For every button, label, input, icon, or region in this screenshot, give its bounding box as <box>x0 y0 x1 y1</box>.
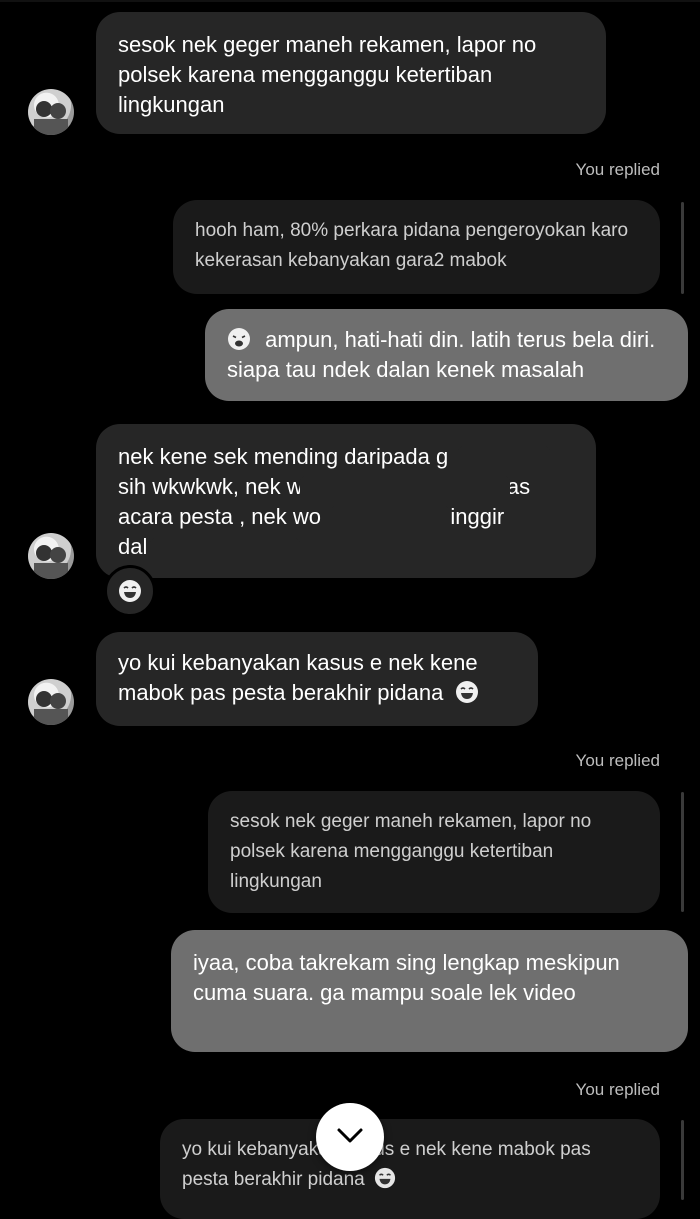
laughing-face-icon <box>455 680 479 704</box>
censor-blur <box>458 446 550 472</box>
message-text: yo kui kebanyakan kasus e nek kene mabok… <box>118 650 478 705</box>
outgoing-message[interactable]: iyaa, coba takrekam sing lengkap meskipu… <box>171 930 688 1052</box>
censor-blur <box>330 506 450 534</box>
chevron-down-icon <box>334 1119 366 1156</box>
reply-quote[interactable]: sesok nek geger maneh rekamen, lapor no … <box>208 791 660 913</box>
quoted-text: sesok nek geger maneh rekamen, lapor no … <box>230 811 592 892</box>
censor-blur <box>150 538 300 568</box>
reaction-laughing-icon[interactable] <box>104 565 156 617</box>
you-replied-label: You replied <box>575 751 660 770</box>
contact-avatar[interactable] <box>28 89 74 135</box>
incoming-message[interactable]: sesok nek geger maneh rekamen, lapor no … <box>96 12 606 134</box>
contact-avatar[interactable] <box>28 533 74 579</box>
message-line: acara pesta , nek wo <box>118 504 322 529</box>
reply-quote[interactable]: yo kui kebanyakan kasus e nek kene mabok… <box>160 1119 660 1219</box>
top-edge <box>0 0 700 2</box>
quoted-text: hooh ham, 80% perkara pidana pengeroyoka… <box>195 220 629 271</box>
censor-blur <box>300 476 510 504</box>
incoming-message[interactable]: yo kui kebanyakan kasus e nek kene mabok… <box>96 632 538 726</box>
message-text: ampun, hati-hati din. latih terus bela d… <box>227 327 656 382</box>
message-line: nek kene sek mending daripada g <box>118 444 449 469</box>
message-text: sesok nek geger maneh rekamen, lapor no … <box>118 32 537 117</box>
message-line: dal <box>118 534 148 559</box>
you-replied-label: You replied <box>575 160 660 179</box>
you-replied-label: You replied <box>575 1080 660 1099</box>
reply-quote[interactable]: hooh ham, 80% perkara pidana pengeroyoka… <box>173 200 660 294</box>
message-text: iyaa, coba takrekam sing lengkap meskipu… <box>193 950 620 1005</box>
contact-avatar[interactable] <box>28 679 74 725</box>
scroll-to-bottom-button[interactable] <box>316 1103 384 1171</box>
message-line: sih wkwkwk, nek w <box>118 474 303 499</box>
reply-indicator-line <box>681 792 684 912</box>
laughing-face-icon <box>374 1167 396 1189</box>
outgoing-message[interactable]: ampun, hati-hati din. latih terus bela d… <box>205 309 688 401</box>
reply-indicator-line <box>681 202 684 294</box>
reply-indicator-line <box>681 1120 684 1200</box>
weary-face-icon <box>227 327 251 351</box>
